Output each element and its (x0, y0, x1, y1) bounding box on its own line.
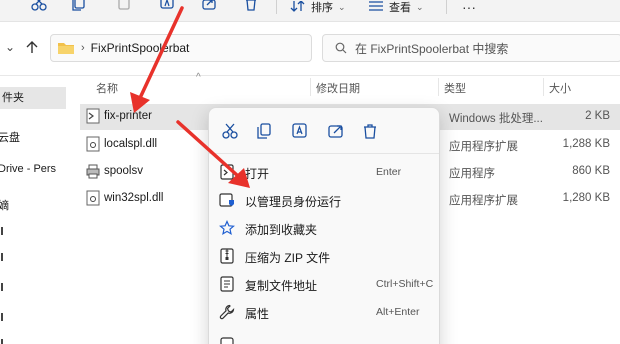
annotation-arrows (130, 6, 250, 188)
annotation-arrow-to-file (130, 6, 184, 113)
annotation-arrow-to-run-as-admin (176, 120, 250, 188)
